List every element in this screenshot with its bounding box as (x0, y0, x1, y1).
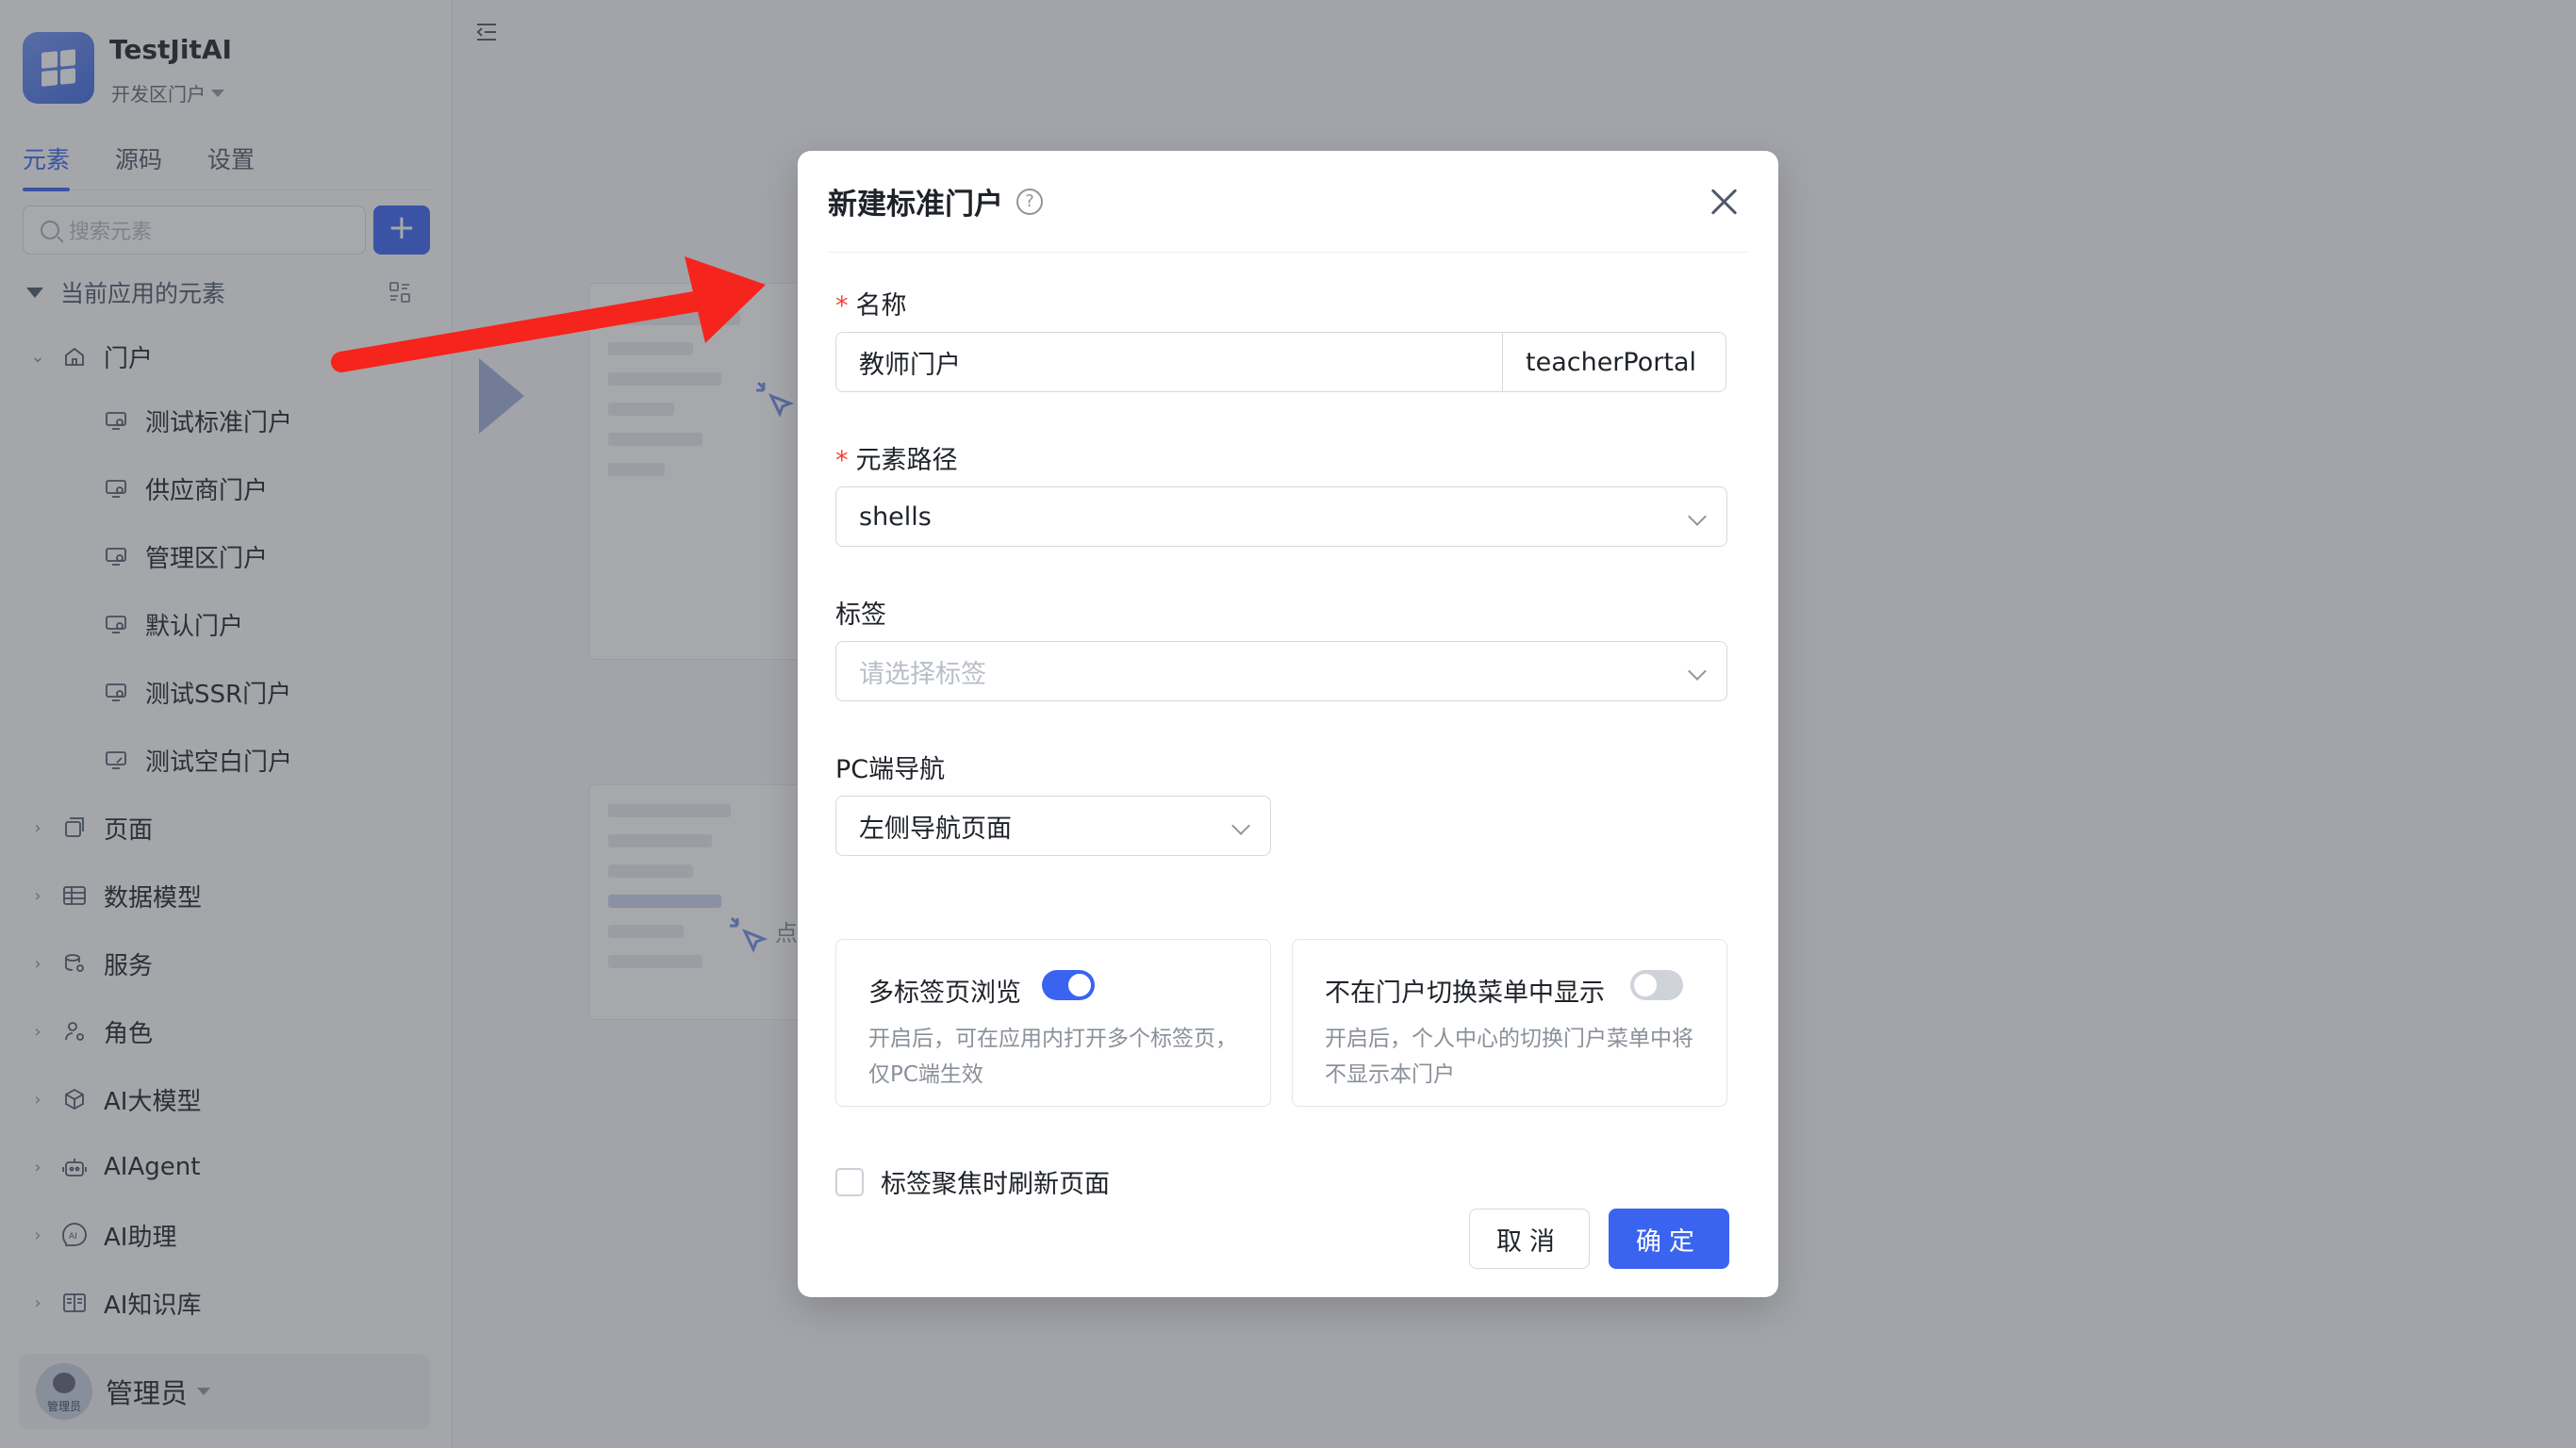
required-mark: * (835, 291, 849, 321)
hide-in-switcher-desc: 开启后，个人中心的切换门户菜单中将不显示本门户 (1325, 1027, 1693, 1087)
dialog-title: 新建标准门户 (828, 188, 1003, 222)
tags-select-placeholder: 请选择标签 (859, 659, 986, 689)
new-portal-dialog: 新建标准门户 ? * 名称 教师门户 teacherPortal * 元素路径 sh… (798, 151, 1778, 1297)
tags-select[interactable]: 请选择标签 (835, 641, 1727, 701)
path-field-label: * 元素路径 (835, 446, 958, 475)
nav-select-value: 左侧导航页面 (859, 814, 1012, 844)
cancel-button[interactable]: 取消 (1469, 1209, 1590, 1269)
dialog-header: 新建标准门户 ? (828, 151, 1748, 253)
hide-in-switcher-toggle[interactable] (1630, 970, 1683, 1000)
refresh-on-focus-option[interactable]: 标签聚焦时刷新页面 (835, 1163, 1110, 1200)
refresh-on-focus-label: 标签聚焦时刷新页面 (881, 1170, 1110, 1199)
close-icon[interactable] (1709, 187, 1739, 217)
nav-select[interactable]: 左侧导航页面 (835, 796, 1271, 856)
chevron-down-icon (1231, 816, 1250, 835)
tags-field-label: 标签 (835, 601, 886, 630)
chevron-down-icon (1688, 507, 1707, 526)
path-select[interactable]: shells (835, 486, 1727, 547)
name-field-label: * 名称 (835, 291, 907, 321)
hide-in-switcher-title: 不在门户切换菜单中显示 (1325, 979, 1605, 1008)
multi-tab-card: 多标签页浏览 开启后，可在应用内打开多个标签页，仅PC端生效 (835, 939, 1271, 1107)
chevron-down-icon (1688, 662, 1707, 681)
help-icon[interactable]: ? (1016, 188, 1043, 215)
path-select-value: shells (859, 502, 932, 532)
multi-tab-desc: 开启后，可在应用内打开多个标签页，仅PC端生效 (868, 1027, 1237, 1087)
name-input[interactable]: 教师门户 (835, 332, 1503, 392)
code-input[interactable]: teacherPortal (1502, 332, 1726, 392)
nav-field-label: PC端导航 (835, 755, 946, 784)
multi-tab-toggle[interactable] (1042, 970, 1095, 1000)
required-mark: * (835, 446, 849, 475)
confirm-button[interactable]: 确定 (1609, 1209, 1729, 1269)
refresh-on-focus-checkbox[interactable] (835, 1167, 864, 1196)
hide-in-switcher-card: 不在门户切换菜单中显示 开启后，个人中心的切换门户菜单中将不显示本门户 (1292, 939, 1727, 1107)
multi-tab-title: 多标签页浏览 (868, 979, 1021, 1008)
